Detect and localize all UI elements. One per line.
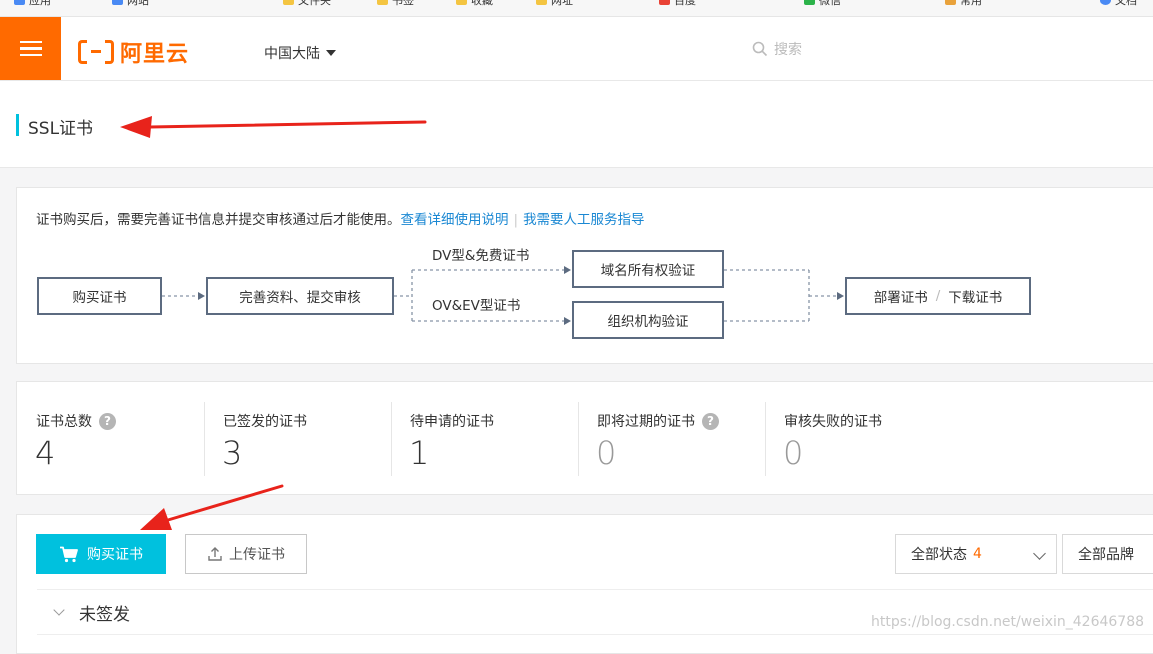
bookmark-item[interactable]: 文档	[1100, 0, 1137, 7]
stat-expiring: 即将过期的证书? 0	[578, 382, 765, 496]
page-title: SSL证书	[28, 119, 94, 139]
caret-down-icon	[326, 50, 336, 56]
flow-step-domain: 域名所有权验证	[572, 250, 724, 288]
bookmark-item[interactable]: 百度	[659, 0, 696, 7]
upload-icon	[208, 547, 222, 561]
search-icon	[752, 41, 768, 57]
aliyun-logo[interactable]: 阿里云	[78, 36, 189, 68]
shopping-cart-icon	[60, 546, 78, 562]
page-header: SSL证书	[0, 81, 1153, 168]
bookmark-item[interactable]: 收藏	[456, 0, 493, 7]
chevron-down-icon	[53, 604, 65, 616]
baidu-icon	[659, 0, 670, 5]
bookmark-item[interactable]: 常用	[945, 0, 982, 7]
menu-button[interactable]	[0, 17, 61, 80]
help-icon[interactable]: ?	[99, 412, 116, 430]
stat-issued: 已签发的证书 3	[204, 382, 391, 496]
status-filter-select[interactable]: 全部状态 4	[895, 534, 1057, 574]
top-navbar: 阿里云 中国大陆 搜索	[0, 17, 1153, 81]
flow-step-org: 组织机构验证	[572, 301, 724, 339]
flow-branch-ov: OV&EV型证书	[432, 298, 521, 314]
bookmark-item[interactable]: 网站	[112, 0, 149, 7]
bookmark-item[interactable]: 书签	[377, 0, 414, 7]
bookmark-icon	[14, 0, 25, 5]
certificate-stats-card: 证书总数? 4 已签发的证书 3 待申请的证书 1 即将过期的证书? 0 审核失…	[16, 381, 1153, 495]
flow-branch-dv: DV型&免费证书	[432, 248, 530, 264]
hamburger-icon-line	[19, 53, 42, 57]
bookmark-icon	[945, 0, 956, 5]
folder-icon	[283, 0, 294, 5]
bookmark-icon	[112, 0, 123, 5]
hamburger-icon-line	[19, 47, 42, 50]
flow-step-submit: 完善资料、提交审核	[206, 277, 394, 315]
help-icon[interactable]: ?	[702, 412, 719, 430]
folder-icon	[536, 0, 547, 5]
bookmark-item[interactable]: 应用	[14, 0, 51, 7]
certificate-flow-card: 证书购买后，需要完善证书信息并提交审核通过后才能使用。查看详细使用说明 | 我需要人…	[16, 187, 1153, 364]
stat-failed: 审核失败的证书 0	[765, 382, 955, 496]
stat-total: 证书总数? 4	[17, 382, 204, 496]
globe-icon	[1100, 0, 1111, 5]
wechat-icon	[804, 0, 815, 5]
search-input[interactable]: 搜索	[752, 39, 802, 59]
bookmark-item[interactable]: 文件夹	[283, 0, 331, 7]
watermark-text: https://blog.csdn.net/weixin_42646788	[871, 614, 1145, 630]
flow-step-buy: 购买证书	[37, 277, 162, 315]
folder-icon	[377, 0, 388, 5]
buy-certificate-button[interactable]: 购买证书	[36, 534, 166, 574]
brand-filter-select[interactable]: 全部品牌	[1062, 534, 1153, 574]
flow-step-deploy: 部署证书 / 下载证书	[845, 277, 1031, 315]
aliyun-logo-icon	[78, 40, 114, 64]
chevron-down-icon	[1033, 547, 1046, 560]
bookmarks-bar: 应用 网站 文件夹 书签 收藏 网址 百度 微信 常用 文档	[0, 0, 1153, 17]
upload-certificate-button[interactable]: 上传证书	[185, 534, 307, 574]
bookmark-item[interactable]: 微信	[804, 0, 841, 7]
title-accent-bar	[16, 114, 19, 136]
region-selector[interactable]: 中国大陆	[264, 43, 336, 63]
folder-icon	[456, 0, 467, 5]
stat-pending: 待申请的证书 1	[391, 382, 578, 496]
bookmark-item[interactable]: 网址	[536, 0, 573, 7]
hamburger-icon-line	[19, 40, 42, 44]
certificate-list-card: 购买证书 上传证书 全部状态 4 全部品牌 未签发	[16, 514, 1153, 654]
